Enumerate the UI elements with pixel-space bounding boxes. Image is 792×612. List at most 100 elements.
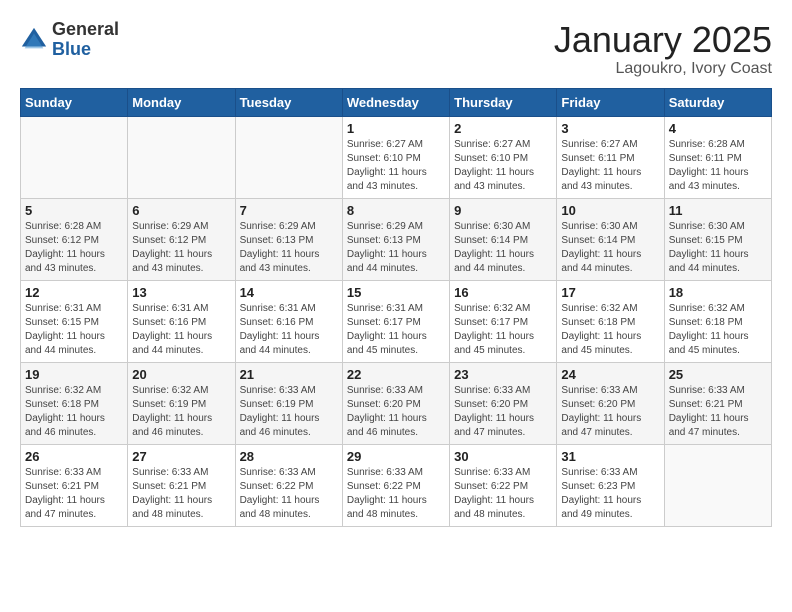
day-number: 15 <box>347 285 445 300</box>
day-number: 5 <box>25 203 123 218</box>
calendar-cell: 14 Sunrise: 6:31 AM Sunset: 6:16 PM Dayli… <box>235 280 342 362</box>
day-number: 26 <box>25 449 123 464</box>
calendar-cell: 21 Sunrise: 6:33 AM Sunset: 6:19 PM Dayli… <box>235 362 342 444</box>
day-info: Sunrise: 6:27 AM Sunset: 6:10 PM Dayligh… <box>454 138 552 194</box>
logo-text: General Blue <box>52 20 119 60</box>
calendar-cell: 1 Sunrise: 6:27 AM Sunset: 6:10 PM Daylig… <box>342 116 449 198</box>
calendar-cell: 15Sunrise: 6:31 AM Sunset: 6:17 PM Dayli… <box>342 280 449 362</box>
day-number: 12 <box>25 285 123 300</box>
calendar-cell: 20Sunrise: 6:32 AM Sunset: 6:19 PM Dayli… <box>128 362 235 444</box>
day-number: 28 <box>240 449 338 464</box>
day-info: Sunrise: 6:33 AM Sunset: 6:21 PM Dayligh… <box>132 466 230 522</box>
calendar-cell: 11 Sunrise: 6:30 AM Sunset: 6:15 PM Dayli… <box>664 198 771 280</box>
day-number: 14 <box>240 285 338 300</box>
weekday-header-row: SundayMondayTuesdayWednesdayThursdayFrid… <box>21 88 772 116</box>
day-info: Sunrise: 6:32 AM Sunset: 6:18 PM Dayligh… <box>561 302 659 358</box>
calendar-week-1: 1 Sunrise: 6:27 AM Sunset: 6:10 PM Daylig… <box>21 116 772 198</box>
calendar-cell: 30 Sunrise: 6:33 AM Sunset: 6:22 PM Dayli… <box>450 444 557 526</box>
calendar-cell <box>664 444 771 526</box>
calendar-cell <box>21 116 128 198</box>
calendar-cell: 2 Sunrise: 6:27 AM Sunset: 6:10 PM Daylig… <box>450 116 557 198</box>
weekday-header-monday: Monday <box>128 88 235 116</box>
day-info: Sunrise: 6:31 AM Sunset: 6:16 PM Dayligh… <box>240 302 338 358</box>
day-info: Sunrise: 6:29 AM Sunset: 6:12 PM Dayligh… <box>132 220 230 276</box>
calendar-cell: 18 Sunrise: 6:32 AM Sunset: 6:18 PM Dayli… <box>664 280 771 362</box>
day-info: Sunrise: 6:30 AM Sunset: 6:14 PM Dayligh… <box>454 220 552 276</box>
day-number: 29 <box>347 449 445 464</box>
calendar-header: SundayMondayTuesdayWednesdayThursdayFrid… <box>21 88 772 116</box>
day-info: Sunrise: 6:33 AM Sunset: 6:20 PM Dayligh… <box>561 384 659 440</box>
calendar-cell: 19Sunrise: 6:32 AM Sunset: 6:18 PM Dayli… <box>21 362 128 444</box>
calendar-cell: 7Sunrise: 6:29 AM Sunset: 6:13 PM Daylig… <box>235 198 342 280</box>
day-info: Sunrise: 6:31 AM Sunset: 6:16 PM Dayligh… <box>132 302 230 358</box>
day-number: 21 <box>240 367 338 382</box>
day-number: 27 <box>132 449 230 464</box>
day-info: Sunrise: 6:33 AM Sunset: 6:23 PM Dayligh… <box>561 466 659 522</box>
day-info: Sunrise: 6:32 AM Sunset: 6:18 PM Dayligh… <box>25 384 123 440</box>
day-info: Sunrise: 6:32 AM Sunset: 6:18 PM Dayligh… <box>669 302 767 358</box>
weekday-header-thursday: Thursday <box>450 88 557 116</box>
calendar-cell: 6 Sunrise: 6:29 AM Sunset: 6:12 PM Daylig… <box>128 198 235 280</box>
calendar-cell: 8Sunrise: 6:29 AM Sunset: 6:13 PM Daylig… <box>342 198 449 280</box>
weekday-header-sunday: Sunday <box>21 88 128 116</box>
calendar-cell <box>128 116 235 198</box>
day-info: Sunrise: 6:33 AM Sunset: 6:20 PM Dayligh… <box>347 384 445 440</box>
calendar-week-5: 26 Sunrise: 6:33 AM Sunset: 6:21 PM Dayli… <box>21 444 772 526</box>
day-number: 8 <box>347 203 445 218</box>
calendar-cell: 23 Sunrise: 6:33 AM Sunset: 6:20 PM Dayli… <box>450 362 557 444</box>
day-info: Sunrise: 6:33 AM Sunset: 6:22 PM Dayligh… <box>454 466 552 522</box>
calendar-cell: 26Sunrise: 6:33 AM Sunset: 6:21 PM Dayli… <box>21 444 128 526</box>
weekday-header-friday: Friday <box>557 88 664 116</box>
day-number: 6 <box>132 203 230 218</box>
day-number: 17 <box>561 285 659 300</box>
day-number: 30 <box>454 449 552 464</box>
day-number: 20 <box>132 367 230 382</box>
day-number: 2 <box>454 121 552 136</box>
day-number: 11 <box>669 203 767 218</box>
day-number: 25 <box>669 367 767 382</box>
calendar-body: 1 Sunrise: 6:27 AM Sunset: 6:10 PM Daylig… <box>21 116 772 526</box>
day-info: Sunrise: 6:33 AM Sunset: 6:21 PM Dayligh… <box>669 384 767 440</box>
weekday-header-saturday: Saturday <box>664 88 771 116</box>
calendar-cell: 12 Sunrise: 6:31 AM Sunset: 6:15 PM Dayli… <box>21 280 128 362</box>
calendar-cell: 13 Sunrise: 6:31 AM Sunset: 6:16 PM Dayli… <box>128 280 235 362</box>
day-info: Sunrise: 6:30 AM Sunset: 6:15 PM Dayligh… <box>669 220 767 276</box>
calendar-table: SundayMondayTuesdayWednesdayThursdayFrid… <box>20 88 772 527</box>
calendar-cell: 3 Sunrise: 6:27 AM Sunset: 6:11 PM Daylig… <box>557 116 664 198</box>
logo: General Blue <box>20 20 119 60</box>
calendar-cell: 5Sunrise: 6:28 AM Sunset: 6:12 PM Daylig… <box>21 198 128 280</box>
calendar-cell: 25 Sunrise: 6:33 AM Sunset: 6:21 PM Dayli… <box>664 362 771 444</box>
day-info: Sunrise: 6:33 AM Sunset: 6:22 PM Dayligh… <box>347 466 445 522</box>
day-number: 18 <box>669 285 767 300</box>
logo-blue-text: Blue <box>52 40 119 60</box>
calendar-title: January 2025 <box>554 20 772 60</box>
day-info: Sunrise: 6:33 AM Sunset: 6:19 PM Dayligh… <box>240 384 338 440</box>
day-info: Sunrise: 6:32 AM Sunset: 6:17 PM Dayligh… <box>454 302 552 358</box>
calendar-cell <box>235 116 342 198</box>
calendar-cell: 16Sunrise: 6:32 AM Sunset: 6:17 PM Dayli… <box>450 280 557 362</box>
day-number: 7 <box>240 203 338 218</box>
day-info: Sunrise: 6:33 AM Sunset: 6:20 PM Dayligh… <box>454 384 552 440</box>
logo-general-text: General <box>52 20 119 40</box>
calendar-cell: 4Sunrise: 6:28 AM Sunset: 6:11 PM Daylig… <box>664 116 771 198</box>
calendar-cell: 27 Sunrise: 6:33 AM Sunset: 6:21 PM Dayli… <box>128 444 235 526</box>
calendar-cell: 22Sunrise: 6:33 AM Sunset: 6:20 PM Dayli… <box>342 362 449 444</box>
day-number: 4 <box>669 121 767 136</box>
calendar-cell: 9Sunrise: 6:30 AM Sunset: 6:14 PM Daylig… <box>450 198 557 280</box>
page-header: General Blue January 2025 Lagoukro, Ivor… <box>20 20 772 78</box>
day-number: 23 <box>454 367 552 382</box>
day-info: Sunrise: 6:30 AM Sunset: 6:14 PM Dayligh… <box>561 220 659 276</box>
calendar-week-4: 19Sunrise: 6:32 AM Sunset: 6:18 PM Dayli… <box>21 362 772 444</box>
day-number: 10 <box>561 203 659 218</box>
day-number: 3 <box>561 121 659 136</box>
weekday-header-wednesday: Wednesday <box>342 88 449 116</box>
day-number: 13 <box>132 285 230 300</box>
title-block: January 2025 Lagoukro, Ivory Coast <box>554 20 772 78</box>
logo-icon <box>20 26 48 54</box>
day-info: Sunrise: 6:31 AM Sunset: 6:15 PM Dayligh… <box>25 302 123 358</box>
day-number: 1 <box>347 121 445 136</box>
day-number: 31 <box>561 449 659 464</box>
day-info: Sunrise: 6:27 AM Sunset: 6:11 PM Dayligh… <box>561 138 659 194</box>
calendar-cell: 28Sunrise: 6:33 AM Sunset: 6:22 PM Dayli… <box>235 444 342 526</box>
day-info: Sunrise: 6:27 AM Sunset: 6:10 PM Dayligh… <box>347 138 445 194</box>
